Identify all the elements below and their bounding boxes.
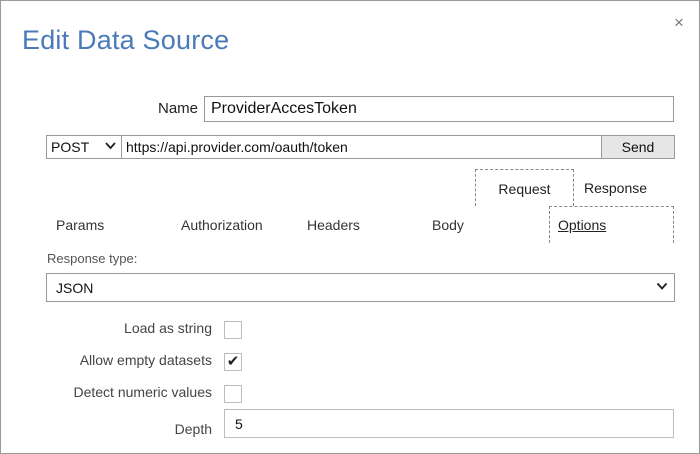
tab-authorization[interactable]: Authorization [181,217,263,233]
detect-numeric-values-checkbox[interactable] [224,385,242,403]
name-field[interactable] [204,96,674,122]
detect-numeric-values-label: Detect numeric values [73,384,212,400]
tab-headers[interactable]: Headers [307,217,360,233]
name-label: Name [158,100,199,117]
response-type-value: JSON [56,280,94,296]
response-type-select[interactable]: JSON [46,273,675,302]
allow-empty-datasets-label: Allow empty datasets [79,352,212,368]
url-field[interactable] [121,135,602,159]
response-type-label: Response type: [47,251,138,266]
method-value: POST [51,139,90,155]
send-button[interactable]: Send [601,135,675,159]
tab-body[interactable]: Body [432,217,464,233]
load-as-string-label: Load as string [124,320,212,336]
tab-options[interactable]: Options [549,206,674,243]
load-as-string-checkbox[interactable] [224,321,242,339]
method-select[interactable]: POST [46,135,122,159]
chevron-down-icon [656,279,668,295]
dialog-title: Edit Data Source [22,25,230,55]
close-icon[interactable]: × [669,13,689,33]
allow-empty-datasets-checkbox[interactable]: ✔ [224,353,242,371]
depth-field[interactable] [224,409,674,438]
edit-data-source-dialog: Edit Data Source × Name POST Send Reques… [0,0,700,454]
checkmark-icon: ✔ [226,353,240,370]
tab-response[interactable]: Response [584,180,647,196]
chevron-down-icon [105,140,116,154]
tab-request[interactable]: Request [475,169,574,206]
depth-label: Depth [174,421,212,437]
tab-params[interactable]: Params [56,217,104,233]
